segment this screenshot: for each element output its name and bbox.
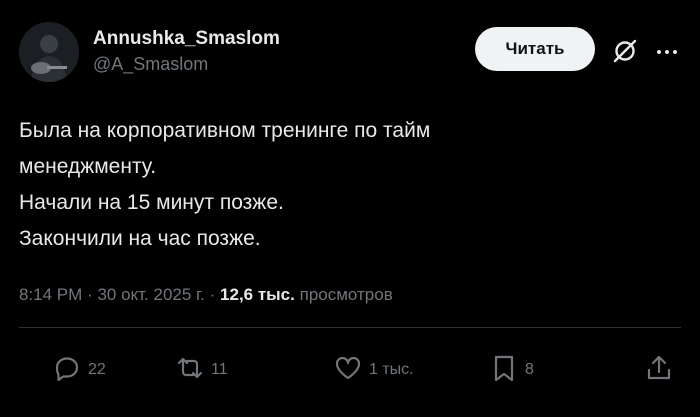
bookmark-button[interactable]: 8 xyxy=(489,350,534,390)
bookmark-icon xyxy=(489,353,519,388)
retweet-icon xyxy=(175,353,205,388)
separator-dot: · xyxy=(209,285,221,304)
tweet-meta: 8:14 PM · 30 окт. 2025 г. · 12,6 тыс. пр… xyxy=(19,283,393,307)
share-icon xyxy=(644,353,674,388)
author-names: Annushka_Smaslom @A_Smaslom xyxy=(93,28,280,76)
tweet-line: Закончили на час позже. xyxy=(19,227,261,250)
follow-button[interactable]: Читать xyxy=(475,27,595,71)
separator-dot: · xyxy=(87,285,98,304)
tweet-date[interactable]: 30 окт. 2025 г. xyxy=(97,285,204,304)
display-name[interactable]: Annushka_Smaslom xyxy=(93,28,280,50)
tweet-time[interactable]: 8:14 PM xyxy=(19,285,82,304)
retweet-button[interactable]: 11 xyxy=(175,350,228,390)
avatar[interactable] xyxy=(19,22,79,82)
tweet-line: менеджменту. xyxy=(19,155,157,178)
more-horizontal-icon[interactable] xyxy=(654,40,680,64)
retweet-count: 11 xyxy=(211,361,228,378)
share-button[interactable] xyxy=(644,350,674,390)
tweet-line: Была на корпоративном тренинге по тайм xyxy=(19,119,431,142)
heart-icon xyxy=(333,353,363,388)
reply-button[interactable]: 22 xyxy=(52,350,106,390)
reply-count: 22 xyxy=(88,361,106,378)
divider xyxy=(19,327,681,328)
tweet-text: Была на корпоративном тренинге по тайм м… xyxy=(19,113,679,257)
grok-slash-circle-icon[interactable] xyxy=(611,37,639,65)
tweet-line: Начали на 15 минут позже. xyxy=(19,191,284,214)
action-bar: 22 11 1 тыс. 8 xyxy=(0,350,700,390)
bookmark-count: 8 xyxy=(525,361,534,378)
like-count: 1 тыс. xyxy=(369,361,414,378)
view-count: 12,6 тыс. xyxy=(220,285,295,304)
views-label: просмотров xyxy=(299,285,393,304)
like-button[interactable]: 1 тыс. xyxy=(333,350,414,390)
tweet-header: Annushka_Smaslom @A_Smaslom Читать xyxy=(19,22,681,86)
handle[interactable]: @A_Smaslom xyxy=(93,52,280,76)
reply-icon xyxy=(52,353,82,388)
